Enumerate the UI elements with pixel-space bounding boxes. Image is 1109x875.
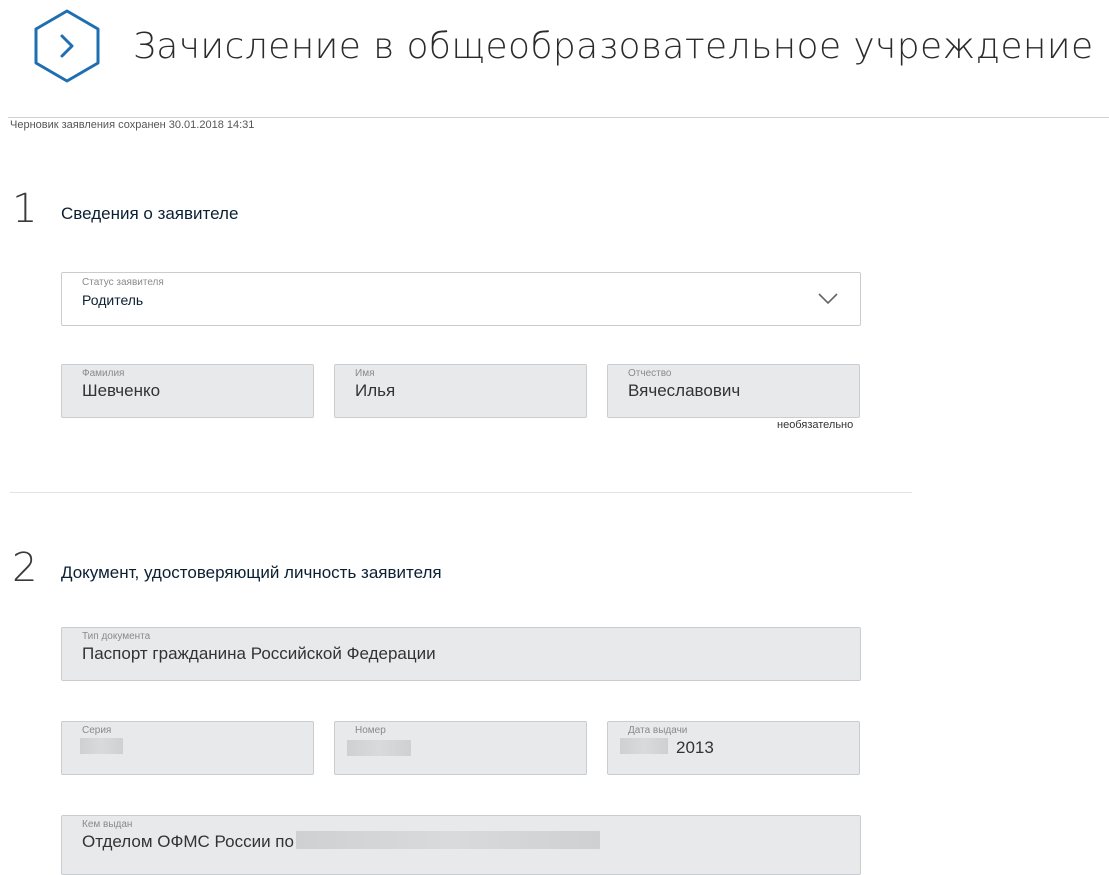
header-divider [8, 117, 1109, 118]
passport-series-field[interactable]: Серия [61, 721, 314, 775]
patronymic-field[interactable]: Отчество Вячеславович [607, 364, 860, 418]
draft-status: Черновик заявления сохранен 30.01.2018 1… [10, 119, 255, 131]
last-name-field[interactable]: Фамилия Шевченко [61, 364, 314, 418]
field-label: Статус заявителя [82, 277, 164, 288]
optional-hint: необязательно [777, 419, 854, 431]
chevron-right-icon[interactable] [30, 8, 104, 84]
field-value: 2013 [676, 738, 714, 757]
page-title: Зачисление в общеобразовательное учрежде… [133, 26, 1094, 67]
field-label: Серия [82, 725, 112, 736]
field-label: Отчество [628, 368, 672, 379]
passport-number-field[interactable]: Номер [334, 721, 587, 775]
field-label: Дата выдачи [628, 725, 688, 736]
field-label: Фамилия [82, 368, 125, 379]
first-name-field[interactable]: Имя Илья [334, 364, 587, 418]
field-value: Вячеславович [628, 381, 741, 400]
document-type-field[interactable]: Тип документа Паспорт гражданина Российс… [61, 627, 861, 681]
redacted-value [620, 738, 668, 754]
chevron-down-icon[interactable] [818, 293, 838, 305]
field-label: Номер [355, 725, 386, 736]
issue-date-field[interactable]: Дата выдачи 2013 [607, 721, 860, 775]
applicant-status-select[interactable]: Статус заявителя Родитель [61, 272, 861, 326]
section-title-applicant: Сведения о заявителе [61, 204, 239, 223]
redacted-value [347, 740, 411, 756]
field-label: Тип документа [82, 631, 151, 642]
field-value: Паспорт гражданина Российской Федерации [82, 644, 436, 663]
field-value: Родитель [82, 292, 144, 308]
field-label: Кем выдан [82, 819, 133, 830]
redacted-value [296, 831, 600, 849]
issued-by-field[interactable]: Кем выдан Отделом ОФМС России по [61, 815, 861, 875]
step-number-1: 1 [12, 186, 38, 232]
field-value: Илья [355, 381, 396, 400]
field-value: Отделом ОФМС России по [82, 832, 294, 851]
section-divider [10, 492, 912, 493]
section-title-identity-document: Документ, удостоверяющий личность заявит… [61, 563, 442, 582]
field-value: Шевченко [82, 381, 161, 400]
step-number-2: 2 [12, 545, 38, 591]
field-label: Имя [355, 368, 375, 379]
redacted-value [80, 738, 123, 754]
